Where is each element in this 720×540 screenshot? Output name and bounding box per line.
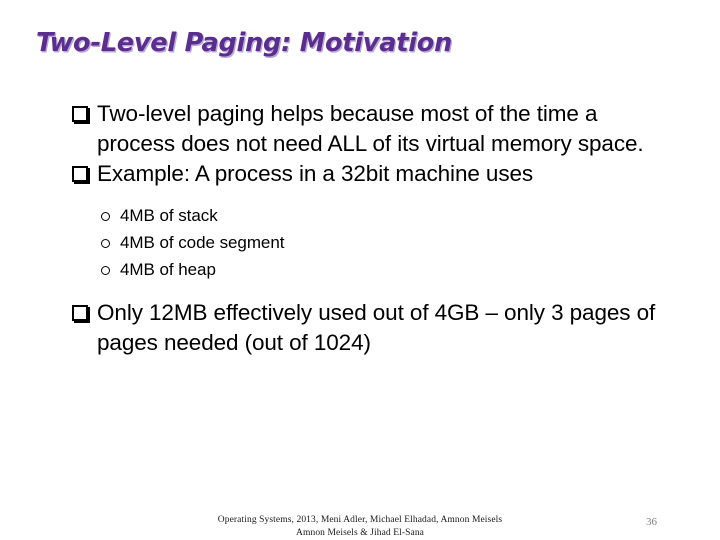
- sub-bullet-text: 4MB of code segment: [120, 233, 285, 252]
- hollow-square-bullet-icon: [72, 305, 88, 321]
- bullet-item: Two-level paging helps because most of t…: [0, 99, 720, 159]
- hollow-circle-bullet-icon: [101, 266, 110, 275]
- hollow-circle-bullet-icon: [101, 239, 110, 248]
- footer-line-1: Operating Systems, 2013, Meni Adler, Mic…: [217, 515, 503, 525]
- hollow-square-bullet-icon: [72, 166, 88, 182]
- page-number: 36: [646, 516, 657, 528]
- sub-bullet-text: 4MB of heap: [120, 260, 216, 279]
- sub-bullet-item: 4MB of heap: [0, 256, 720, 283]
- bullet-item: Only 12MB effectively used out of 4GB – …: [0, 298, 720, 358]
- sub-bullet-group: 4MB of stack 4MB of code segment 4MB of …: [0, 202, 720, 283]
- bullet-text: Example: A process in a 32bit machine us…: [97, 161, 534, 186]
- bullet-text: Only 12MB effectively used out of 4GB – …: [97, 300, 656, 355]
- slide-body: Two-level paging helps because most of t…: [0, 99, 720, 358]
- slide-canvas: Two-Level Paging: Motivation Two-level p…: [0, 0, 720, 540]
- page-title: Two-Level Paging: Motivation: [36, 28, 453, 58]
- hollow-square-bullet-icon: [72, 106, 88, 122]
- sub-bullet-text: 4MB of stack: [120, 206, 218, 225]
- sub-bullet-item: 4MB of stack: [0, 202, 720, 229]
- bullet-text: Two-level paging helps because most of t…: [97, 101, 644, 156]
- slide-footer: Operating Systems, 2013, Meni Adler, Mic…: [0, 514, 720, 539]
- sub-bullet-item: 4MB of code segment: [0, 229, 720, 256]
- hollow-circle-bullet-icon: [101, 212, 110, 221]
- footer-line-2: Amnon Meisels & Jihad El-Sana: [296, 527, 424, 538]
- bullet-item: Example: A process in a 32bit machine us…: [0, 159, 720, 189]
